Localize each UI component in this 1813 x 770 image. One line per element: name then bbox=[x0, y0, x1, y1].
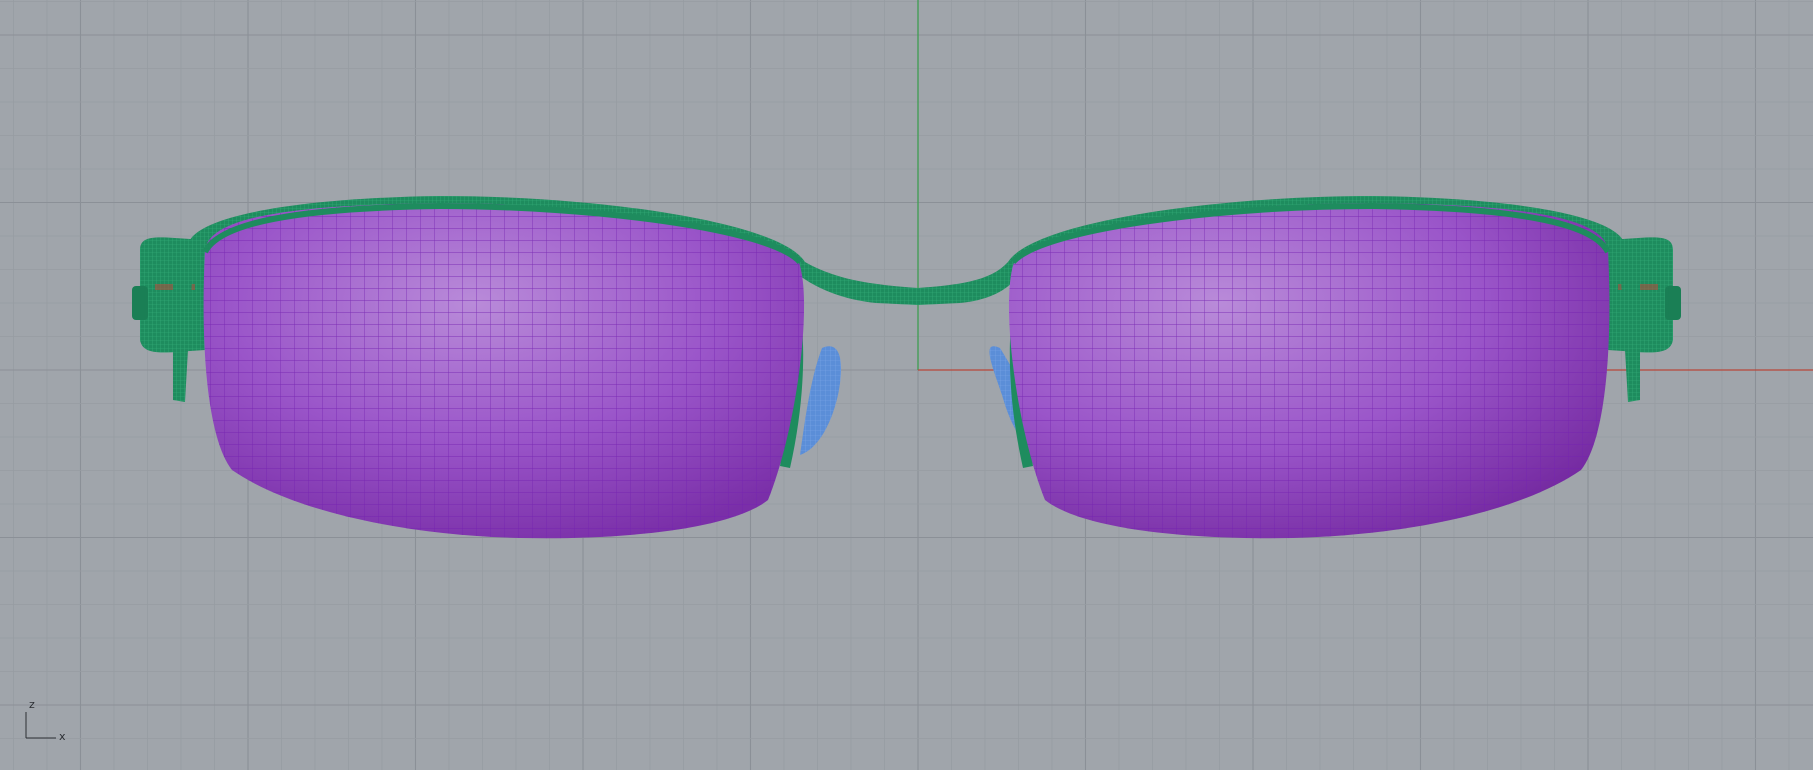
left-nose-pad[interactable] bbox=[800, 346, 842, 455]
rhino-front-viewport[interactable]: z x bbox=[0, 0, 1813, 770]
axis-gizmo bbox=[25, 712, 56, 739]
left-lens[interactable] bbox=[200, 200, 810, 545]
axis-gizmo-z-label: z bbox=[29, 698, 35, 711]
axis-gizmo-x-label: x bbox=[59, 730, 66, 743]
viewport-canvas[interactable] bbox=[0, 0, 1813, 770]
right-lens[interactable] bbox=[1003, 200, 1613, 545]
